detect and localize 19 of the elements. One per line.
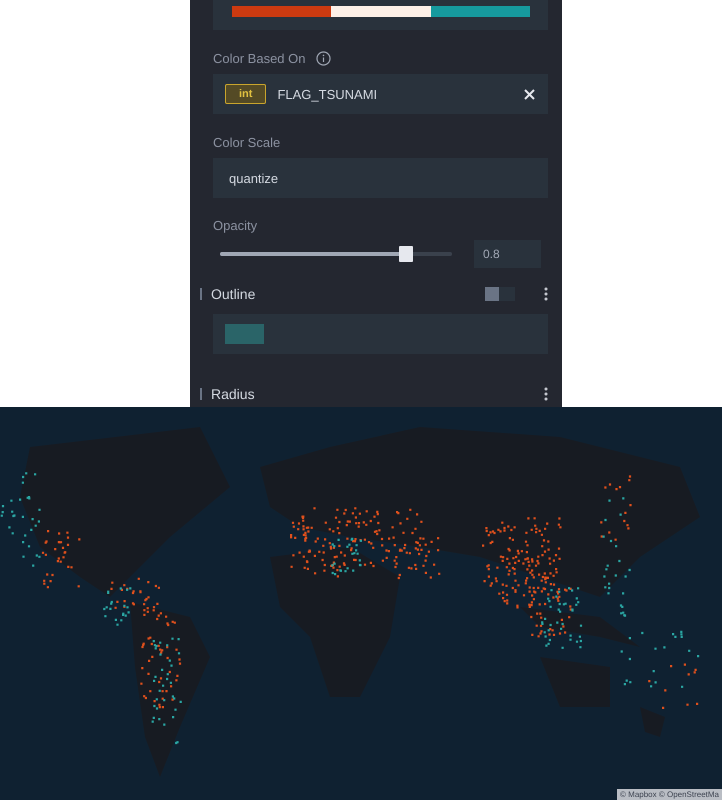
- slider-thumb[interactable]: [398, 246, 413, 262]
- field-label: Color Based On: [213, 50, 306, 66]
- color-picker[interactable]: [213, 314, 548, 354]
- more-icon[interactable]: [544, 287, 548, 301]
- more-icon[interactable]: [544, 387, 548, 401]
- field-name: FLAG_TSUNAMI: [277, 86, 378, 102]
- field-label: Opacity: [213, 218, 258, 232]
- section-title: Radius: [211, 386, 256, 402]
- map-attribution: © Mapbox © OpenStreetMa: [617, 789, 722, 800]
- close-icon[interactable]: [524, 88, 535, 100]
- field-selector[interactable]: int FLAG_TSUNAMI: [213, 74, 548, 114]
- field-label: Color Scale: [213, 134, 280, 150]
- opacity-input[interactable]: 0.8: [474, 240, 541, 268]
- scale-dropdown[interactable]: quantize: [213, 158, 548, 198]
- type-tag: int: [225, 84, 266, 104]
- info-icon[interactable]: [316, 50, 330, 66]
- palette-card[interactable]: [213, 0, 548, 30]
- toggle-switch[interactable]: [485, 287, 515, 301]
- section-title: Outline: [211, 286, 256, 302]
